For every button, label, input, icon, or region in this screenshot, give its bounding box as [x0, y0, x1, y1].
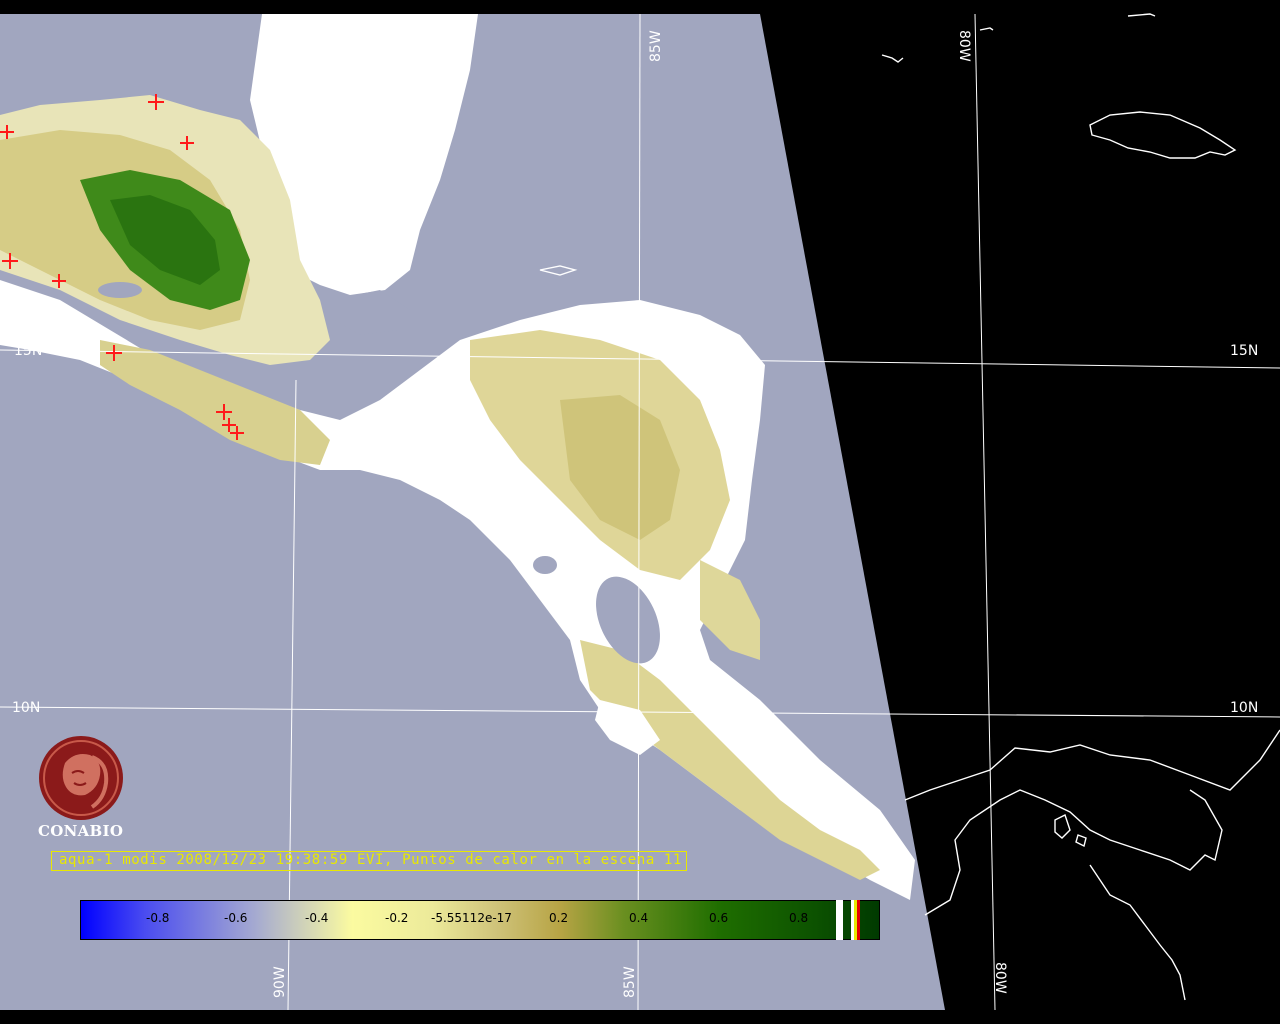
colorbar-label: 0.4: [629, 911, 649, 925]
lon-label-bottom-85w: 85W: [622, 966, 638, 998]
logo-wordmark: CONABIO: [38, 822, 124, 840]
colorbar-label: 0.2: [549, 911, 569, 925]
lon-label-top-85w: 85W: [648, 30, 664, 62]
lat-label-left-15n: 15N: [14, 343, 42, 359]
colorbar-label: -0.2: [385, 911, 409, 925]
colorbar-label: -5.55112e-17: [431, 911, 512, 925]
lat-label-right-10n: 10N: [1230, 700, 1258, 716]
colorbar-hotspot-marker-red: [857, 900, 860, 940]
lon-label-top-80w: 80W: [956, 30, 972, 62]
colorbar-label: 0.8: [789, 911, 809, 925]
lat-label-right-15n: 15N: [1230, 343, 1258, 359]
lon-label-bottom-80w: 80W: [992, 962, 1008, 994]
lon-label-bottom-90w: 90W: [272, 966, 288, 998]
colorbar-white-marker: [836, 900, 843, 940]
colorbar-label: -0.8: [146, 911, 170, 925]
colorbar-label: -0.6: [224, 911, 248, 925]
colorbar-label: -0.4: [305, 911, 329, 925]
colorbar-label: 0.6: [709, 911, 729, 925]
caption-text: aqua-1 modis 2008/12/23 19:38:59 EVI, Pu…: [59, 852, 682, 868]
lat-label-left-10n: 10N: [12, 700, 40, 716]
